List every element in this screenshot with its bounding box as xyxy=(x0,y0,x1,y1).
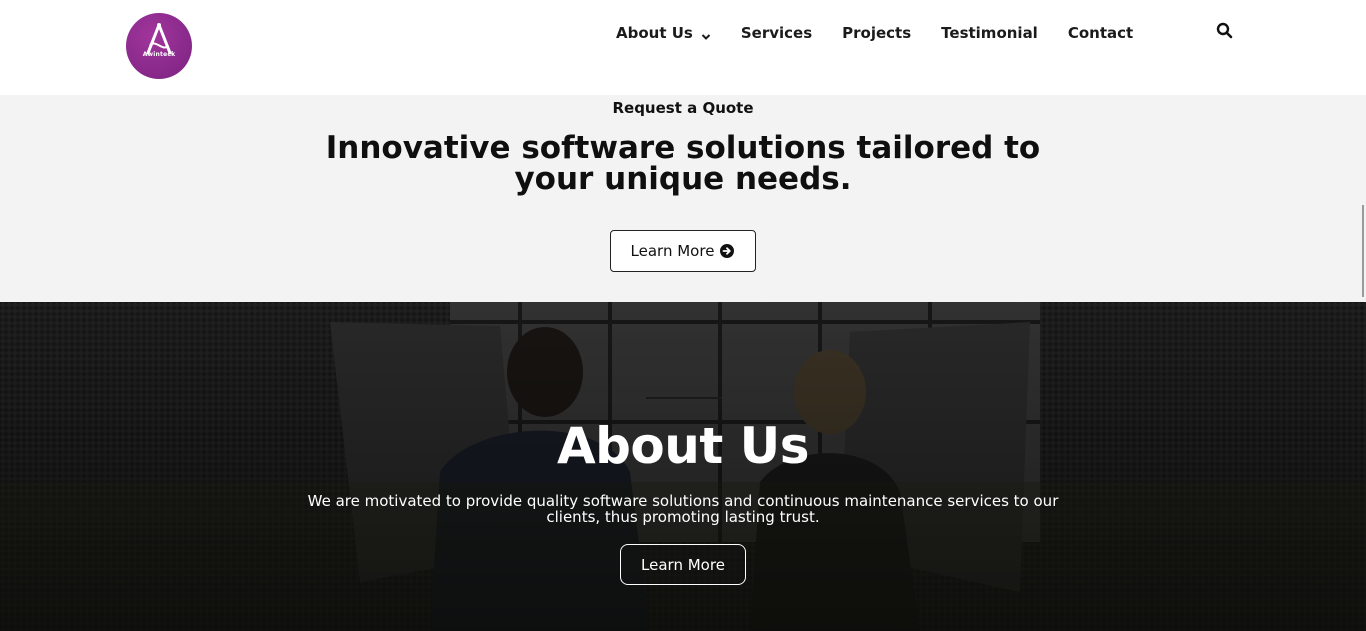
hero-section: Request a Quote Innovative software solu… xyxy=(0,95,1366,302)
button-label: Learn More xyxy=(630,242,715,260)
nav-item-projects[interactable]: Projects xyxy=(842,24,911,42)
logo-mark-icon xyxy=(146,23,172,55)
main-nav: About Us Services Projects Testimonial C… xyxy=(616,22,1163,44)
hero-subtitle: Request a Quote xyxy=(612,99,754,117)
nav-item-label: Projects xyxy=(842,24,912,42)
nav-item-label: Testimonial xyxy=(941,24,1038,42)
scrollbar-thumb[interactable] xyxy=(1362,205,1364,297)
nav-item-label: Contact xyxy=(1067,24,1134,42)
brand-logo[interactable]: Awinteck xyxy=(126,13,192,79)
chevron-down-icon xyxy=(701,28,711,40)
section-divider xyxy=(646,397,722,399)
site-header: Awinteck About Us Services Projects Test… xyxy=(0,0,1366,95)
hero-learn-more-button[interactable]: Learn More xyxy=(610,230,756,272)
nav-item-label: Services xyxy=(740,24,813,42)
arrow-circle-right-icon xyxy=(719,243,735,259)
nav-item-contact[interactable]: Contact xyxy=(1068,24,1133,42)
search-icon[interactable] xyxy=(1216,22,1233,39)
logo-text: Awinteck xyxy=(142,51,176,58)
about-section: About Us We are motivated to provide qua… xyxy=(0,302,1366,631)
nav-item-label: About Us xyxy=(616,24,693,42)
nav-item-services[interactable]: Services xyxy=(741,24,812,42)
about-description: We are motivated to provide quality soft… xyxy=(307,492,1059,526)
button-label: Learn More xyxy=(641,555,725,574)
about-title: About Us xyxy=(556,417,810,475)
nav-item-testimonial[interactable]: Testimonial xyxy=(941,24,1038,42)
about-learn-more-button[interactable]: Learn More xyxy=(620,544,746,585)
nav-item-about-us[interactable]: About Us xyxy=(616,24,711,42)
hero-title: Innovative software solutions tailored t… xyxy=(325,130,1041,197)
